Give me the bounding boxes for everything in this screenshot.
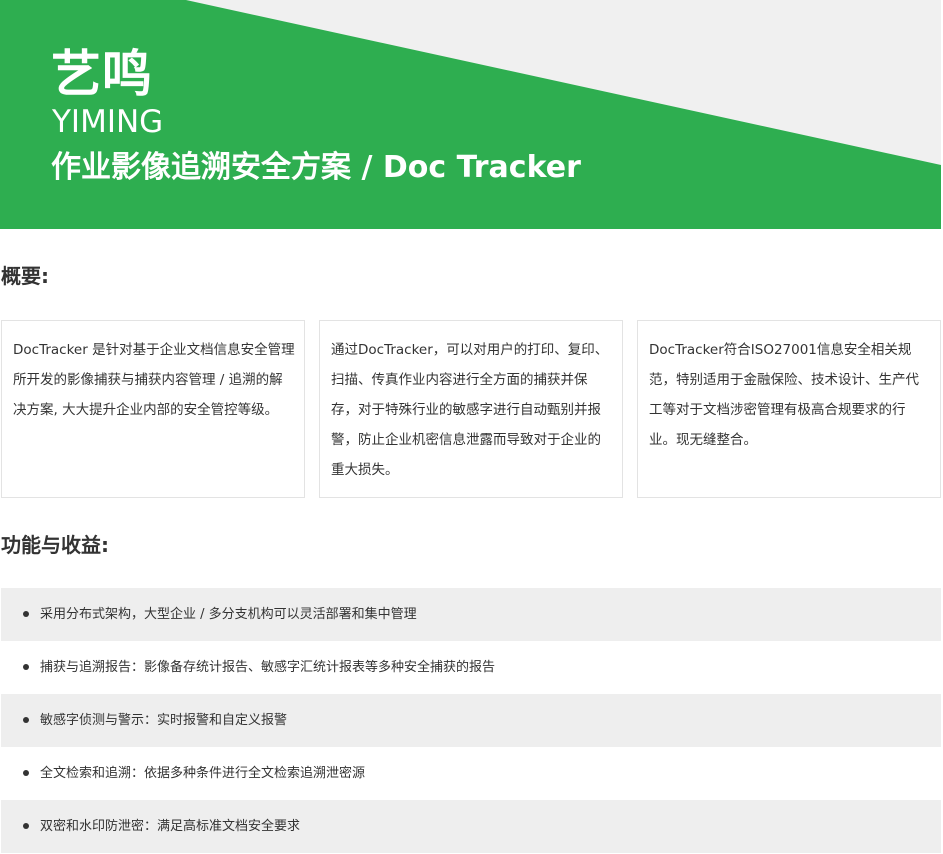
overview-heading: 概要: (1, 264, 49, 288)
bullet-icon (23, 717, 29, 723)
overview-card-text: DocTracker符合ISO27001信息安全相关规范，特别适用于金融保险、技… (649, 342, 919, 448)
bullet-icon (23, 823, 29, 829)
bullet-icon (23, 611, 29, 617)
feature-text: 采用分布式架构，大型企业 / 多分支机构可以灵活部署和集中管理 (40, 607, 417, 622)
overview-card: DocTracker 是针对基于企业文档信息安全管理所开发的影像捕获与捕获内容管… (1, 320, 305, 498)
feature-text: 双密和水印防泄密：满足高标准文档安全要求 (40, 819, 301, 834)
list-item: 敏感字侦测与警示：实时报警和自定义报警 (1, 694, 941, 747)
list-item: 捕获与追溯报告：影像备存统计报告、敏感字汇统计报表等多种安全捕获的报告 (1, 641, 941, 694)
hero-banner: 艺鸣 YIMING 作业影像追溯安全方案 / Doc Tracker (0, 0, 941, 229)
bullet-icon (23, 770, 29, 776)
list-item: 采用分布式架构，大型企业 / 多分支机构可以灵活部署和集中管理 (1, 588, 941, 641)
feature-text: 敏感字侦测与警示：实时报警和自定义报警 (40, 713, 288, 728)
list-item: 双密和水印防泄密：满足高标准文档安全要求 (1, 800, 941, 853)
feature-text: 全文检索和追溯：依据多种条件进行全文检索追溯泄密源 (40, 766, 366, 781)
features-list: 采用分布式架构，大型企业 / 多分支机构可以灵活部署和集中管理 捕获与追溯报告：… (1, 588, 941, 853)
overview-card: 通过DocTracker，可以对用户的打印、复印、扫描、传真作业内容进行全方面的… (319, 320, 623, 498)
overview-cards: DocTracker 是针对基于企业文档信息安全管理所开发的影像捕获与捕获内容管… (1, 320, 941, 498)
product-title: 作业影像追溯安全方案 / Doc Tracker (51, 150, 581, 185)
overview-card: DocTracker符合ISO27001信息安全相关规范，特别适用于金融保险、技… (637, 320, 941, 498)
brand-name-chinese: 艺鸣 (51, 45, 153, 103)
brand-name-english: YIMING (52, 104, 164, 140)
features-heading: 功能与收益: (1, 533, 109, 557)
overview-card-text: DocTracker 是针对基于企业文档信息安全管理所开发的影像捕获与捕获内容管… (13, 342, 295, 418)
bullet-icon (23, 664, 29, 670)
list-item: 全文检索和追溯：依据多种条件进行全文检索追溯泄密源 (1, 747, 941, 800)
feature-text: 捕获与追溯报告：影像备存统计报告、敏感字汇统计报表等多种安全捕获的报告 (40, 660, 496, 675)
overview-card-text: 通过DocTracker，可以对用户的打印、复印、扫描、传真作业内容进行全方面的… (331, 342, 609, 478)
